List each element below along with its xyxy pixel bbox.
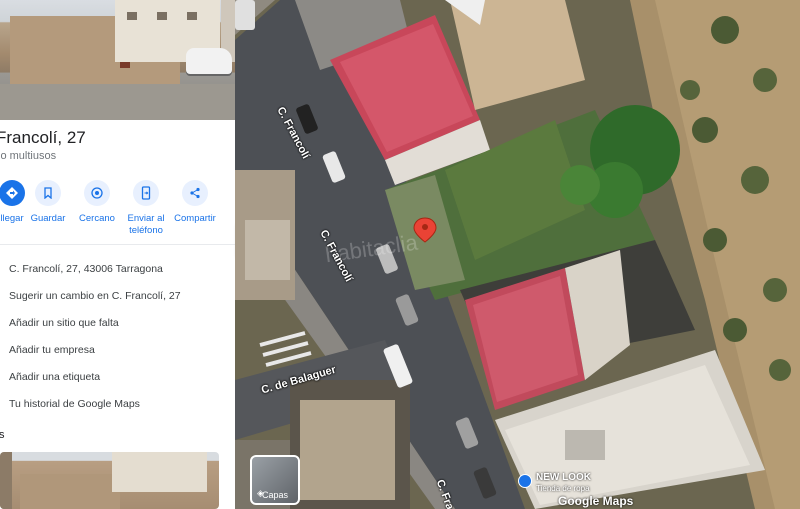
share-label: Compartir	[174, 213, 216, 224]
photo-car	[186, 48, 232, 74]
nearby-label: Cercano	[79, 213, 115, 224]
share-icon	[182, 180, 208, 206]
satellite-map[interactable]: habitaclia C. Francolí C. Francolí C. de…	[235, 0, 800, 509]
suggest-edit-row[interactable]: Sugerir un cambio en C. Francolí, 27	[9, 290, 181, 302]
send-to-phone-icon	[133, 180, 159, 206]
poi-name[interactable]: NEW LOOK	[536, 472, 591, 483]
shopping-icon[interactable]	[518, 474, 532, 488]
nearby-button[interactable]: Cercano	[71, 180, 123, 225]
maps-history-row[interactable]: Tu historial de Google Maps	[9, 398, 140, 410]
layers-label: Capas	[261, 490, 288, 500]
action-bar: llegar Guardar Cercano Enviar al teléfon…	[0, 180, 235, 244]
add-missing-place-row[interactable]: Añadir un sitio que falta	[9, 317, 119, 329]
share-button[interactable]: Compartir	[169, 180, 221, 225]
section-heading: s	[0, 429, 5, 441]
photo-sidewalk	[0, 84, 235, 120]
divider	[0, 244, 235, 245]
send-to-phone-button[interactable]: Enviar al teléfono	[120, 180, 172, 237]
satellite-imagery	[235, 0, 800, 509]
nearby-icon	[84, 180, 110, 206]
place-category: io multiusos	[0, 150, 57, 162]
place-title: Francolí, 27	[0, 128, 86, 147]
bookmark-icon	[35, 180, 61, 206]
place-photo[interactable]	[0, 0, 235, 120]
save-button[interactable]: Guardar	[22, 180, 74, 225]
layers-button[interactable]: ◈ Capas	[250, 455, 300, 505]
street-photo-thumbnail[interactable]	[0, 452, 219, 509]
place-panel: Francolí, 27 io multiusos llegar Guardar…	[0, 0, 235, 509]
send-to-phone-label: Enviar al teléfono	[127, 213, 165, 236]
save-label: Guardar	[30, 213, 66, 224]
address-row[interactable]: C. Francolí, 27, 43006 Tarragona	[9, 263, 163, 275]
poi-category: Tienda de ropa	[536, 484, 590, 493]
add-business-row[interactable]: Añadir tu empresa	[9, 344, 95, 356]
google-maps-logo: Google Maps	[558, 494, 634, 508]
add-label-row[interactable]: Añadir una etiqueta	[9, 371, 100, 383]
